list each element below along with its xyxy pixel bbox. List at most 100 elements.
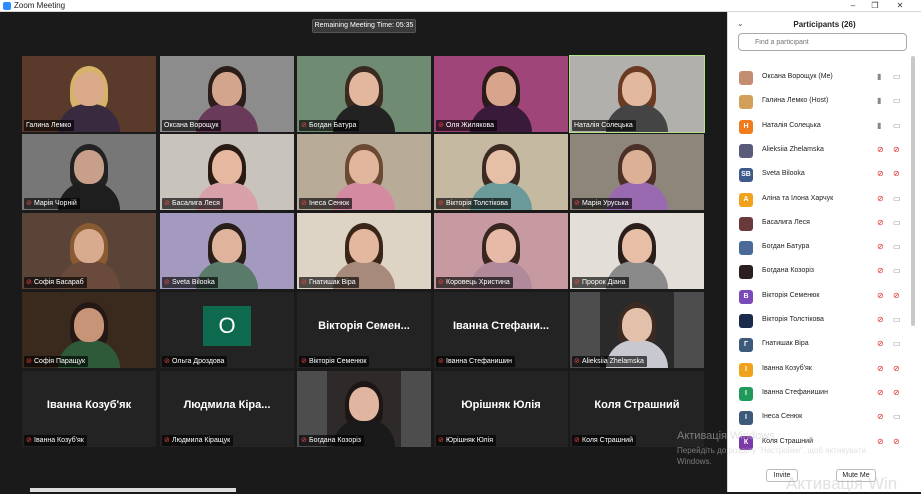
video-tile[interactable]: Іванна Козуб'як ⊘ Іванна Козуб'як — [22, 371, 156, 447]
camera-icon[interactable]: ▭ — [893, 266, 901, 275]
video-tile[interactable]: ⊘ Софія Басараб — [22, 213, 156, 289]
camera-icon[interactable]: ▭ — [893, 339, 901, 348]
camera-icon[interactable]: ▭ — [893, 218, 901, 227]
camera-icon[interactable]: ▭ — [893, 412, 901, 421]
camera-off-icon[interactable]: ⊘ — [893, 291, 900, 300]
video-tile[interactable]: О ⊘ Ольга Дроздова — [160, 292, 294, 368]
participant-name: Пророк Діана — [582, 279, 626, 286]
participant-name-label: ⊘ Людмила Кіращук — [162, 435, 234, 446]
participant-row[interactable]: Alieksiia Zhelamska ⊘ ⊘ — [727, 139, 915, 163]
participant-name-label: ⊘ Богдан Батура — [299, 120, 360, 131]
participant-name-label: ⊘ Ольга Дроздова — [162, 356, 228, 367]
video-tile[interactable]: Юрішняк Юлія ⊘ Юрішняк Юлія — [434, 371, 568, 447]
camera-icon[interactable]: ▭ — [893, 72, 901, 81]
mic-muted-icon[interactable]: ⊘ — [877, 266, 884, 275]
participant-name-label: ⊘ Вікторія Семенюк — [299, 356, 370, 367]
toolbar-strip — [30, 488, 236, 492]
mic-icon[interactable]: ▮ — [877, 96, 881, 105]
window-titlebar: Zoom Meeting – ❐ ✕ — [0, 0, 921, 12]
participant-row[interactable]: І Іванна Козуб'як ⊘ ⊘ — [727, 358, 915, 382]
participant-row[interactable]: Оксана Ворощук (Me) ▮ ▭ — [727, 66, 915, 90]
participants-scrollbar[interactable] — [911, 56, 915, 326]
mic-muted-icon[interactable]: ⊘ — [877, 437, 884, 446]
video-tile[interactable]: ⊘ Коровець Христина — [434, 213, 568, 289]
participant-row[interactable]: І Інеса Сенюк ⊘ ▭ — [727, 406, 915, 430]
mic-muted-icon[interactable]: ⊘ — [877, 145, 884, 154]
participant-name: Софія Паращук — [34, 358, 86, 365]
muted-mic-icon: ⊘ — [164, 437, 170, 444]
participant-row[interactable]: І Іванна Стефанишин ⊘ ⊘ — [727, 382, 915, 406]
video-tile[interactable]: ⊘ Марія Уруська — [570, 134, 704, 210]
muted-mic-icon: ⊘ — [301, 122, 307, 129]
camera-off-icon[interactable]: ⊘ — [893, 388, 900, 397]
participant-row[interactable]: Богдан Батура ⊘ ▭ — [727, 236, 915, 260]
participant-name-label: ⊘ Богдана Козоріз — [299, 435, 364, 446]
video-tile[interactable]: ⊘ Богдан Батура — [297, 56, 431, 132]
mic-muted-icon[interactable]: ⊘ — [877, 218, 884, 227]
video-tile[interactable]: ⊘ Alieksiia Zhelamska — [570, 292, 704, 368]
mic-muted-icon[interactable]: ⊘ — [877, 194, 884, 203]
participant-search-input[interactable] — [738, 33, 907, 51]
participant-row[interactable]: Богдана Козоріз ⊘ ▭ — [727, 260, 915, 284]
mic-muted-icon[interactable]: ⊘ — [877, 412, 884, 421]
mic-muted-icon[interactable]: ⊘ — [877, 339, 884, 348]
participant-row[interactable]: В Вікторія Семенюк ⊘ ⊘ — [727, 285, 915, 309]
participant-row[interactable]: А Аліна та Ілона Харчук ⊘ ▭ — [727, 188, 915, 212]
camera-icon[interactable]: ▭ — [893, 242, 901, 251]
camera-icon[interactable]: ▭ — [893, 121, 901, 130]
participant-row[interactable]: SB Sveta Bilooka ⊘ ⊘ — [727, 163, 915, 187]
video-tile[interactable]: Вікторія Семен... ⊘ Вікторія Семенюк — [297, 292, 431, 368]
maximize-button[interactable]: ❐ — [864, 0, 886, 12]
camera-off-icon[interactable]: ⊘ — [893, 169, 900, 178]
muted-mic-icon: ⊘ — [438, 122, 444, 129]
close-button[interactable]: ✕ — [889, 0, 911, 12]
video-tile[interactable]: ⊘ Марія Чорній — [22, 134, 156, 210]
mic-muted-icon[interactable]: ⊘ — [877, 388, 884, 397]
participant-name: Наталія Солецька — [574, 122, 633, 129]
participant-name: Alieksiia Zhelamska — [762, 145, 824, 153]
camera-off-icon[interactable]: ⊘ — [893, 437, 900, 446]
participant-avatar: І — [739, 362, 753, 377]
camera-icon[interactable]: ▭ — [893, 96, 901, 105]
minimize-button[interactable]: – — [842, 0, 864, 12]
mic-muted-icon[interactable]: ⊘ — [877, 242, 884, 251]
camera-icon[interactable]: ▭ — [893, 194, 901, 203]
mic-muted-icon[interactable]: ⊘ — [877, 315, 884, 324]
participant-row[interactable]: Н Наталія Солецька ▮ ▭ — [727, 115, 915, 139]
participant-name: Галина Лемко — [26, 122, 72, 129]
video-tile[interactable]: ⊘ Софія Паращук — [22, 292, 156, 368]
video-tile[interactable]: Оксана Ворощук — [160, 56, 294, 132]
participant-row[interactable]: Г Гнатишак Віра ⊘ ▭ — [727, 333, 915, 357]
mic-icon[interactable]: ▮ — [877, 72, 881, 81]
mic-muted-icon[interactable]: ⊘ — [877, 169, 884, 178]
participant-avatar: А — [739, 192, 753, 207]
video-tile[interactable]: ⊘ Пророк Діана — [570, 213, 704, 289]
video-tile[interactable]: ⊘ Sveta Bilooka — [160, 213, 294, 289]
participant-row[interactable]: Вікторія Толстікова ⊘ ▭ — [727, 309, 915, 333]
video-tile[interactable]: ⊘ Інеса Сенюк — [297, 134, 431, 210]
participant-name-label: ⊘ Alieksiia Zhelamska — [572, 356, 647, 367]
video-tile[interactable]: Людмила Кіра... ⊘ Людмила Кіращук — [160, 371, 294, 447]
video-tile[interactable]: Наталія Солецька — [569, 55, 705, 133]
muted-mic-icon: ⊘ — [164, 279, 170, 286]
participant-name: Оля Жилякова — [446, 122, 495, 129]
video-tile[interactable]: ⊘ Басалига Леся — [160, 134, 294, 210]
video-tile[interactable]: ⊘ Вікторія Толстікова — [434, 134, 568, 210]
muted-mic-icon: ⊘ — [438, 437, 444, 444]
mic-muted-icon[interactable]: ⊘ — [877, 291, 884, 300]
participant-silhouette — [622, 229, 652, 263]
participant-row[interactable]: Галина Лемко (Host) ▮ ▭ — [727, 90, 915, 114]
video-tile[interactable]: Іванна Стефани... ⊘ Іванна Стефанишин — [434, 292, 568, 368]
participant-name: Інеса Сенюк — [762, 413, 803, 421]
video-tile[interactable]: Галина Лемко — [22, 56, 156, 132]
mic-muted-icon[interactable]: ⊘ — [877, 364, 884, 373]
mic-icon[interactable]: ▮ — [877, 121, 881, 130]
camera-off-icon[interactable]: ⊘ — [893, 364, 900, 373]
participant-row[interactable]: Басалига Леся ⊘ ▭ — [727, 212, 915, 236]
camera-icon[interactable]: ▭ — [893, 315, 901, 324]
camera-off-icon[interactable]: ⊘ — [893, 145, 900, 154]
participant-silhouette — [212, 150, 242, 184]
video-tile[interactable]: ⊘ Гнатишак Віра — [297, 213, 431, 289]
video-tile[interactable]: ⊘ Богдана Козоріз — [297, 371, 431, 447]
video-tile[interactable]: ⊘ Оля Жилякова — [434, 56, 568, 132]
